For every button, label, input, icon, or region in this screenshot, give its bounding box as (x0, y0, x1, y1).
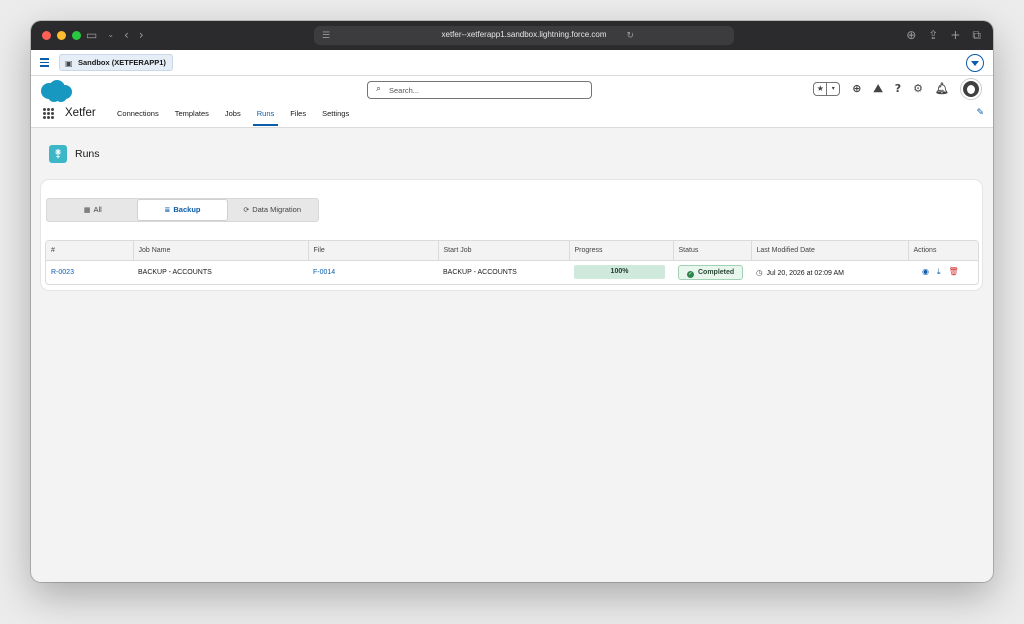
search-icon: ⌕ (376, 84, 382, 94)
page-header: ⚵ Runs (49, 145, 100, 163)
search-placeholder: Search... (389, 86, 420, 95)
file-link[interactable]: F-0014 (313, 269, 335, 276)
nav-item-templates[interactable]: Templates (167, 105, 217, 127)
sandbox-dropdown-button[interactable] (966, 54, 984, 72)
chevron-down-icon[interactable]: ▾ (826, 83, 839, 95)
sandbox-icon: ▣ (65, 59, 73, 68)
sandbox-badge[interactable]: ▣ Sandbox (XETFERAPP1) (59, 54, 173, 71)
column-header-start-job[interactable]: Start Job (438, 241, 570, 261)
status-badge: ✓ Completed (678, 264, 744, 280)
runs-table: # Job Name File Start Job Progress Statu… (45, 240, 979, 285)
tab-backup[interactable]: ≣ Backup (137, 200, 228, 220)
bell-icon[interactable]: 🔔︎ (935, 82, 949, 96)
grid-icon: ▦ (83, 206, 91, 214)
new-tab-icon[interactable]: + (950, 28, 960, 42)
modified-date: Jul 20, 2026 at 02:09 AM (766, 269, 844, 277)
close-window-button[interactable] (42, 31, 51, 40)
run-type-tabs: ▦ All ≣ Backup ⟳ Data Migration (46, 198, 319, 222)
salesforce-logo-icon[interactable] (39, 79, 73, 103)
gear-icon[interactable]: ⚙ (913, 82, 923, 96)
nav-item-jobs[interactable]: Jobs (217, 105, 249, 127)
app-nav: Connections Templates Jobs Runs Files Se… (109, 105, 357, 127)
clock-icon: ◷ (756, 267, 763, 277)
column-header-status[interactable]: Status (673, 241, 752, 261)
app-name: Xetfer (65, 107, 96, 119)
download-icon[interactable]: ⤓ (937, 267, 941, 277)
browser-window: ▭ ⌄ ‹ › ☰ xetfer--xetferapp1.sandbox.lig… (31, 21, 993, 582)
view-icon[interactable]: ◉ (922, 267, 929, 277)
browser-toolbar: ▭ ⌄ ‹ › ☰ xetfer--xetferapp1.sandbox.lig… (31, 21, 993, 50)
trailhead-icon[interactable]: ⛰ (874, 82, 883, 96)
sidebar-toggle-icon[interactable]: ▭ (86, 28, 97, 42)
tab-all[interactable]: ▦ All (48, 200, 138, 220)
column-header-last-modified[interactable]: Last Modified Date (751, 241, 909, 261)
zoom-window-button[interactable] (72, 31, 81, 40)
forward-icon[interactable]: › (139, 28, 144, 42)
tab-all-label: All (93, 205, 102, 214)
run-id-link[interactable]: R-0023 (51, 269, 74, 276)
url-text: xetfer--xetferapp1.sandbox.lightning.for… (441, 30, 607, 39)
chevron-down-icon[interactable]: ⌄ (107, 28, 114, 42)
star-icon[interactable]: ★ (814, 83, 826, 95)
column-header-file[interactable]: File (308, 241, 439, 261)
user-avatar[interactable] (961, 79, 981, 99)
global-search-input[interactable]: ⌕ Search... (367, 81, 592, 99)
page-title: Runs (75, 148, 100, 160)
menu-icon[interactable] (40, 58, 49, 67)
sandbox-label: Sandbox (XETFERAPP1) (78, 58, 166, 67)
check-icon: ✓ (687, 270, 694, 278)
column-header-id[interactable]: # (46, 241, 134, 261)
reload-icon[interactable]: ↻ (626, 29, 634, 43)
tab-data-migration[interactable]: ⟳ Data Migration (227, 200, 317, 220)
sandbox-bar: ▣ Sandbox (XETFERAPP1) (31, 50, 993, 76)
table-header-row: # Job Name File Start Job Progress Statu… (46, 241, 978, 261)
tab-migration-label: Data Migration (252, 205, 301, 214)
back-icon[interactable]: ‹ (124, 28, 129, 42)
help-icon[interactable]: ? (895, 82, 901, 96)
progress-bar: 100% (574, 265, 665, 280)
favorites-button[interactable]: ★ ▾ (813, 82, 841, 96)
row-actions: ◉ ⤓ 🗑︎ (913, 267, 978, 277)
status-label: Completed (698, 268, 735, 276)
nav-item-settings[interactable]: Settings (314, 105, 357, 127)
app-launcher-icon[interactable] (43, 108, 54, 119)
tab-backup-label: Backup (173, 205, 201, 214)
column-header-progress[interactable]: Progress (569, 241, 674, 261)
runs-card: ▦ All ≣ Backup ⟳ Data Migration # Job Name (40, 179, 983, 291)
column-header-job-name[interactable]: Job Name (133, 241, 309, 261)
nav-item-files[interactable]: Files (282, 105, 314, 127)
database-icon: ≣ (164, 206, 171, 214)
nav-item-runs[interactable]: Runs (249, 105, 283, 127)
delete-icon[interactable]: 🗑︎ (949, 267, 959, 277)
app-nav-bar: Xetfer Connections Templates Jobs Runs F… (31, 105, 993, 127)
global-header: ⌕ Search... ★ ▾ ⊕ ⛰ ? ⚙ 🔔︎ Xetfer Connec… (31, 76, 993, 128)
start-job-cell: BACKUP - ACCOUNTS (443, 268, 517, 276)
job-name-cell: BACKUP - ACCOUNTS (138, 268, 212, 276)
address-bar[interactable]: ☰ xetfer--xetferapp1.sandbox.lightning.f… (314, 26, 734, 45)
edit-nav-icon[interactable]: ✎ (976, 108, 984, 118)
share-icon[interactable]: ⇪ (928, 28, 938, 42)
traffic-lights (42, 31, 81, 40)
tab-overview-icon[interactable]: ⧉ (972, 28, 981, 42)
sync-icon: ⟳ (243, 206, 250, 214)
table-row: R-0023 BACKUP - ACCOUNTS F-0014 BACKUP -… (46, 260, 978, 284)
utility-icons: ★ ▾ ⊕ ⛰ ? ⚙ 🔔︎ (813, 79, 981, 99)
column-header-actions: Actions (908, 241, 978, 261)
downloads-icon[interactable]: ⊕ (906, 28, 916, 42)
add-icon[interactable]: ⊕ (852, 82, 861, 96)
runs-icon: ⚵ (49, 145, 67, 163)
minimize-window-button[interactable] (57, 31, 66, 40)
nav-item-connections[interactable]: Connections (109, 105, 167, 127)
